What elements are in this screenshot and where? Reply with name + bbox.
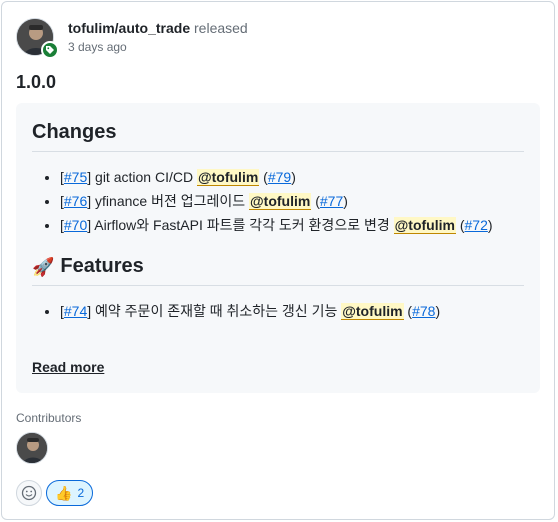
user-mention[interactable]: @tofulim xyxy=(341,303,404,320)
release-version[interactable]: 1.0.0 xyxy=(16,72,56,93)
list-item: [#70] Airflow와 FastAPI 파트를 각각 도커 환경으로 변경… xyxy=(60,215,524,235)
contributor-avatar[interactable] xyxy=(16,432,48,464)
changes-list: [#75] git action CI/CD @tofulim (#79) [#… xyxy=(60,167,524,235)
pr-ref-link[interactable]: #79 xyxy=(268,169,291,185)
item-text: git action CI/CD xyxy=(95,169,194,185)
smiley-icon xyxy=(21,485,37,501)
header-text: tofulim/auto_trade released 3 days ago xyxy=(68,18,248,55)
features-list: [#74] 예약 주문이 존재할 때 취소하는 갱신 기능 @tofulim (… xyxy=(60,301,524,321)
list-item: [#75] git action CI/CD @tofulim (#79) xyxy=(60,167,524,187)
item-text: Airflow와 FastAPI 파트를 각각 도커 환경으로 변경 xyxy=(94,217,390,233)
changes-heading: Changes xyxy=(32,121,524,152)
pr-ref-link[interactable]: #77 xyxy=(320,193,343,209)
pr-ref-link[interactable]: #78 xyxy=(412,303,435,319)
contributors-label: Contributors xyxy=(16,411,82,425)
release-time[interactable]: 3 days ago xyxy=(68,39,248,55)
list-item: [#74] 예약 주문이 존재할 때 취소하는 갱신 기능 @tofulim (… xyxy=(60,301,524,321)
repo-link[interactable]: tofulim/auto_trade xyxy=(68,20,190,36)
release-card: tofulim/auto_trade released 3 days ago 1… xyxy=(1,1,555,520)
user-mention[interactable]: @tofulim xyxy=(393,217,456,234)
pr-ref-link[interactable]: #72 xyxy=(465,217,488,233)
features-heading: 🚀 Features xyxy=(32,255,524,286)
reaction-count: 2 xyxy=(77,486,85,500)
headline: tofulim/auto_trade released xyxy=(68,18,248,38)
item-text: yfinance 버젼 업그레이드 xyxy=(95,193,246,209)
thumbs-up-reaction[interactable]: 👍 2 xyxy=(46,480,94,506)
user-mention[interactable]: @tofulim xyxy=(249,193,312,210)
user-mention[interactable]: @tofulim xyxy=(196,169,260,186)
release-header: tofulim/auto_trade released 3 days ago xyxy=(16,18,248,59)
thumbs-up-icon: 👍 xyxy=(55,484,73,501)
pr-link[interactable]: #76 xyxy=(64,193,87,209)
item-text: 예약 주문이 존재할 때 취소하는 갱신 기능 xyxy=(95,303,338,319)
tag-icon xyxy=(41,41,59,59)
rocket-icon: 🚀 xyxy=(32,256,55,277)
release-notes: Changes [#75] git action CI/CD @tofulim … xyxy=(16,103,540,393)
pr-link[interactable]: #74 xyxy=(64,303,87,319)
features-title: Features xyxy=(60,255,144,277)
reactions-bar: 👍 2 xyxy=(16,480,94,506)
author-avatar-wrap[interactable] xyxy=(16,18,59,59)
add-reaction-button[interactable] xyxy=(16,480,42,506)
changes-title: Changes xyxy=(32,121,117,143)
read-more-link[interactable]: Read more xyxy=(32,359,104,375)
pr-link[interactable]: #75 xyxy=(64,169,87,185)
pr-link[interactable]: #70 xyxy=(64,217,87,233)
list-item: [#76] yfinance 버젼 업그레이드 @tofulim (#77) xyxy=(60,191,524,211)
action-text: released xyxy=(194,20,248,36)
